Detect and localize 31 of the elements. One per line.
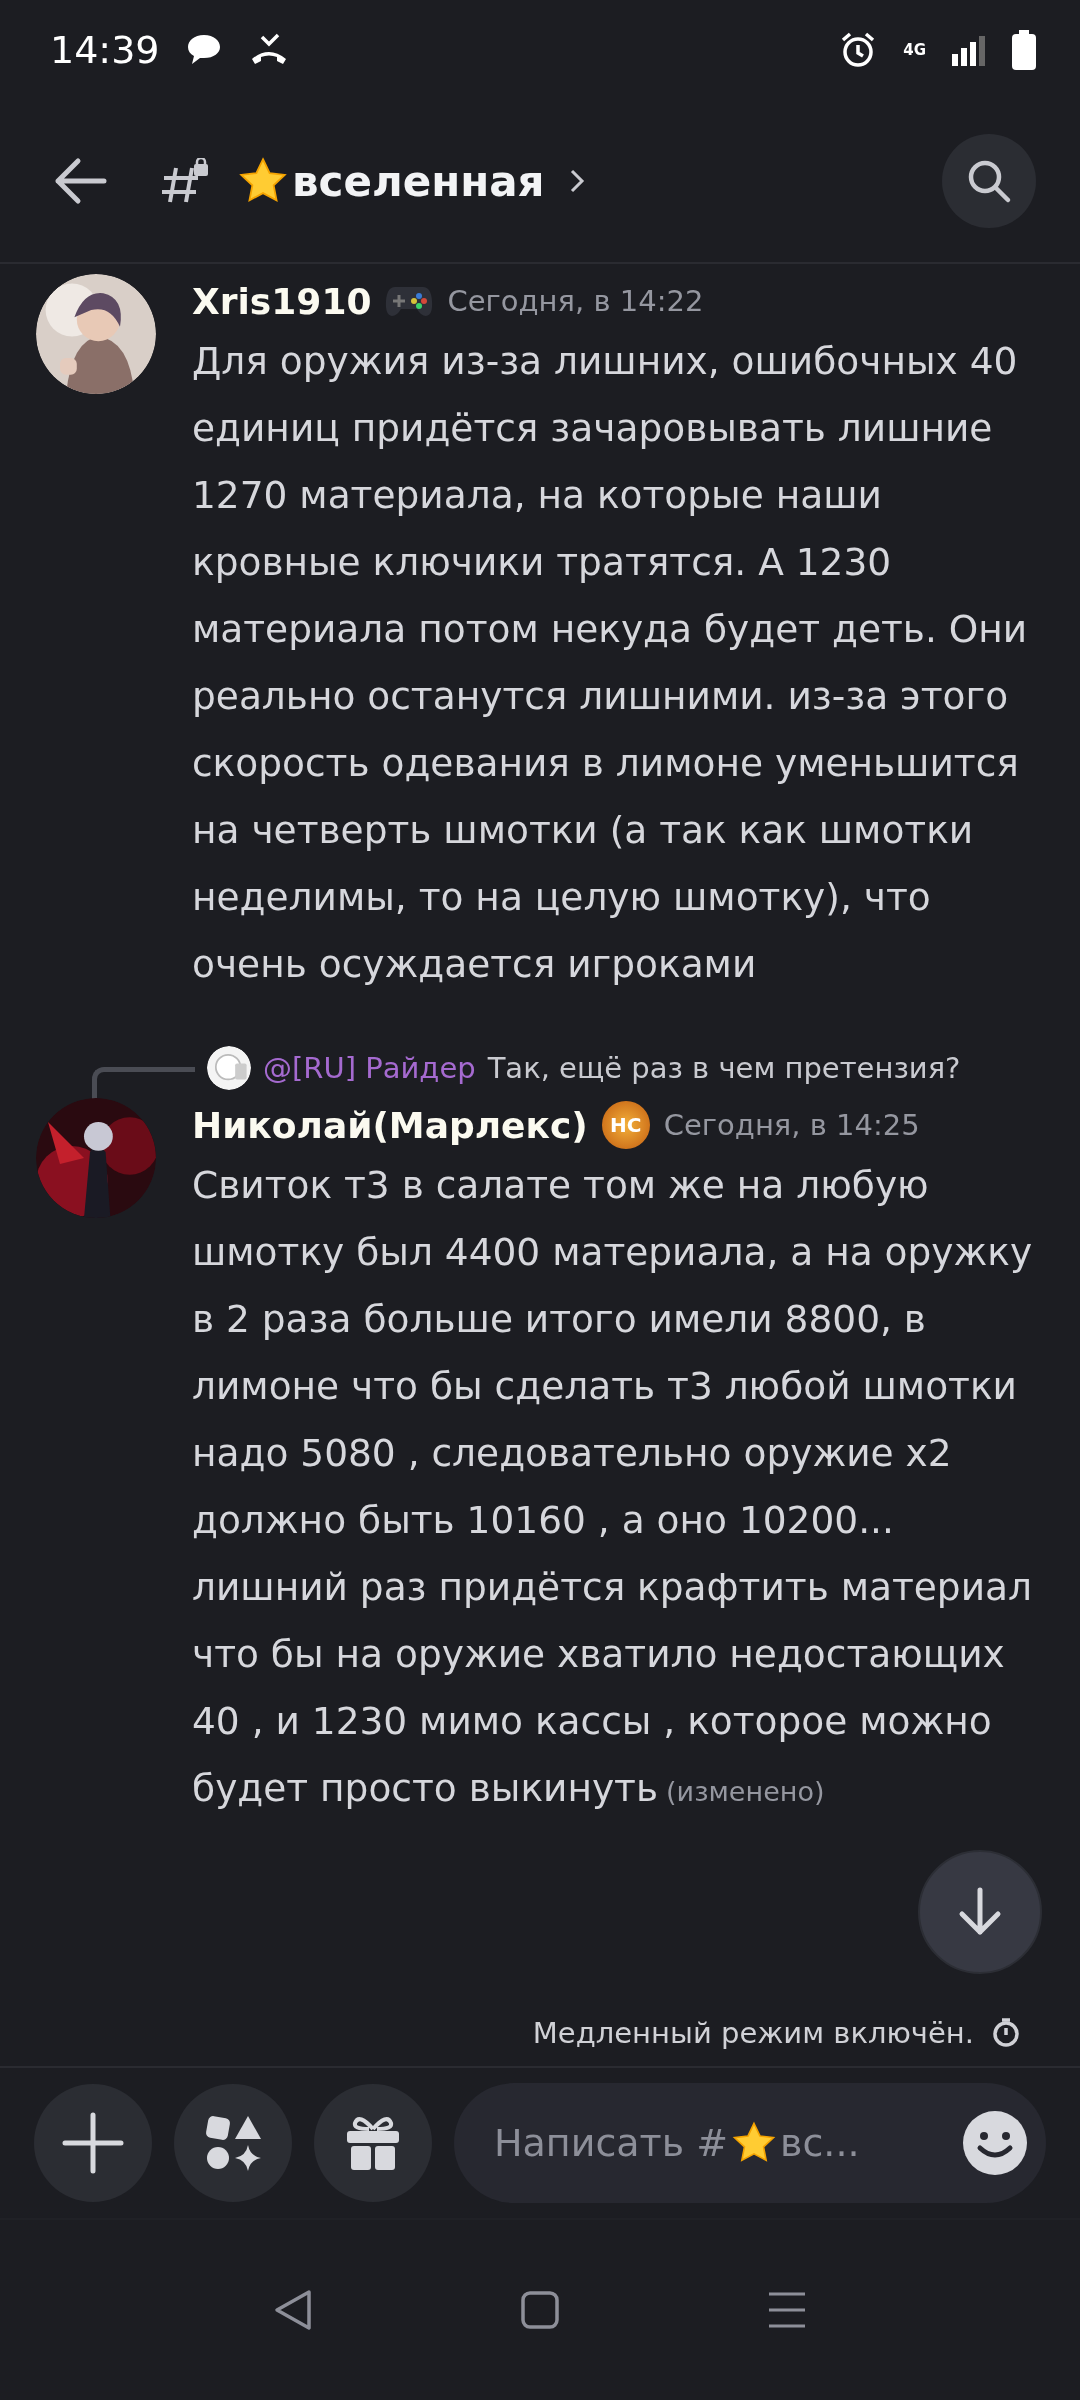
network-type: 4G <box>903 42 926 58</box>
message-text: Для оружия из-за лишних, ошибочных 40 единиц придётся зачаровывать лишние 1270 материала, на которые наши кровные ключики тратятся. А 1230 материала потом некуда будет деть. Они реально останутся лишними. из-за этого скорость одевания в лимоне уменьшится на четверть шмотки (а так как шмотки неделимы, то на целую шмотку), что очень осуждается игроками <box>192 338 1029 988</box>
status-time: 14:39 <box>50 28 160 72</box>
timer-icon <box>992 2018 1020 2048</box>
emoji-icon[interactable] <box>962 2110 1028 2176</box>
battery-icon <box>1012 30 1036 70</box>
channel-title[interactable]: вселенная <box>292 156 545 206</box>
message-time: Сегодня, в 14:22 <box>447 284 704 318</box>
locked-channel-icon <box>162 158 210 204</box>
author-name[interactable]: Николай(Марлекс) <box>192 1104 588 1146</box>
reply-author[interactable]: @[RU] Райдер <box>263 1051 476 1085</box>
chat-bubble-icon <box>185 33 222 67</box>
slow-mode-notice: Медленный режим включён. <box>532 2016 974 2050</box>
message-text: Свиток т3 в салате том же на любую шмотку был 4400 материала, а на оружку в 2 раза больше итого имели 8800, в лимоне что бы сделать т3 любой шмотки надо 5080 , следовательно оружие х2 должно быть 10160 , а оно 10200... лишний раз придётся крафтить материал что бы на оружие хватило недостающих 40 , и 1230 мимо кассы , которое можно будет просто выкинуть (изменено) <box>192 1162 1034 1812</box>
gamepad-icon <box>385 285 434 317</box>
nav-menu-button[interactable] <box>766 2290 807 2330</box>
menu-icon <box>766 2290 807 2330</box>
signal-icon <box>952 34 986 66</box>
chevron-right-icon <box>568 168 585 194</box>
plus-icon <box>61 2111 125 2175</box>
search-icon <box>966 158 1012 204</box>
square-home-icon <box>520 2290 560 2330</box>
role-badge: HC <box>601 1101 650 1149</box>
author-name[interactable]: Xris1910 <box>192 280 372 322</box>
nav-back-button[interactable] <box>273 2288 314 2332</box>
reply-preview[interactable]: Так, ещё раз в чем претензия? <box>487 1051 961 1085</box>
nav-home-button[interactable] <box>520 2290 560 2330</box>
triangle-back-icon <box>273 2288 314 2332</box>
message-input[interactable]: Написать # вс... <box>454 2083 1046 2203</box>
edited-label: (изменено) <box>666 1776 825 1807</box>
message-time: Сегодня, в 14:25 <box>663 1108 920 1142</box>
